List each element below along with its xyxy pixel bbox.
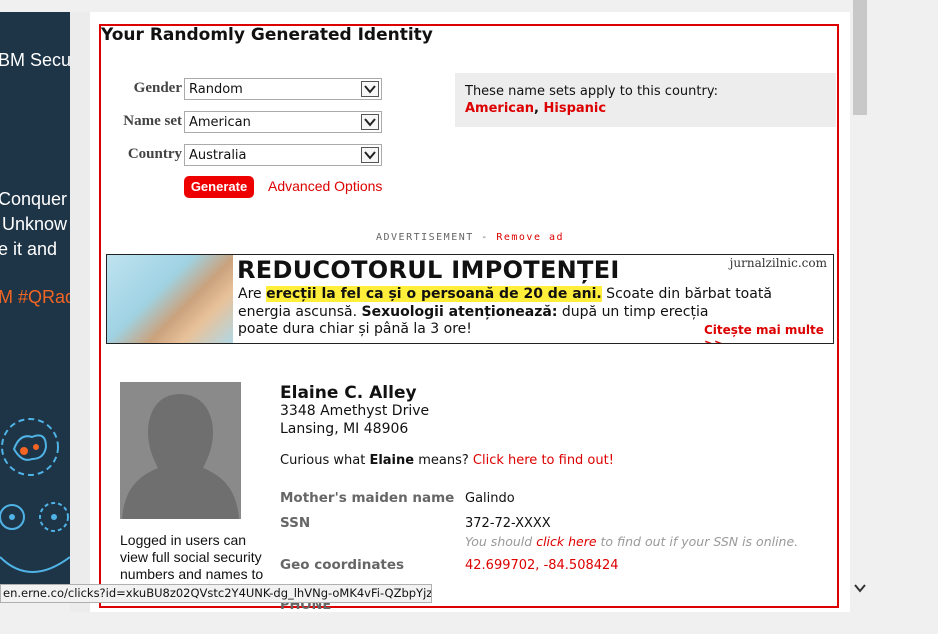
ssn-value: 372-72-XXXX [465,516,551,531]
advanced-options-link[interactable]: Advanced Options [268,178,382,194]
ad-l1-post: Scoate din bărbat toată [601,286,772,302]
gender-label: Gender [133,80,182,96]
advertisement-label: ADVERTISEMENT - Remove ad [376,232,564,243]
name-meaning-link[interactable]: Click here to find out! [473,453,614,468]
ssn-label: SSN [280,515,311,531]
page-title: Your Randomly Generated Identity [101,25,433,45]
ad-line-3: poate dura chiar și până la 3 ore! [238,321,472,337]
gender-select[interactable]: Random [184,78,382,100]
remove-ad-link[interactable]: Remove ad [496,232,564,243]
street-address: 3348 Amethyst Drive [280,403,430,419]
gender-row: Gender [100,78,182,102]
ad-label-text: ADVERTISEMENT [376,232,474,243]
city-address: Lansing, MI 48906 [280,421,409,437]
chevron-down-icon[interactable] [361,81,379,97]
ad-line-2: energia ascunsă. Sexuologii atenționează… [238,304,708,320]
maiden-name-label: Mother's maiden name [280,490,455,506]
curious-name: Elaine [369,453,415,468]
ad-banner[interactable]: REDUCOTORUL IMPOTENȚEI jurnalzilnic.com … [106,254,834,344]
country-label: Country [127,146,182,162]
nameset-info-text: These name sets apply to this country: [465,84,718,99]
ad-label-dash: - [473,232,497,243]
side-ad-text: BM Secu [0,50,70,70]
gender-value: Random [189,82,243,97]
country-select[interactable]: Australia [184,144,382,166]
ssn-note: You should click here to find out if you… [465,534,798,549]
nameset-link-hispanic[interactable]: Hispanic [544,101,607,116]
side-ad-text: e it and [0,239,58,259]
page-gutter [70,12,90,612]
status-bar-url: en.erne.co/clicks?id=xkuBU8z02QVstc2Y4UN… [0,584,432,603]
ad-l1-highlight: erecții la fel ca și o persoană de 20 de… [266,286,602,302]
ad-l1-pre: Are [238,286,267,302]
name-meaning-line: Curious what Elaine means? Click here to… [280,453,614,468]
country-value: Australia [189,148,247,163]
country-row: Country [100,144,182,168]
ad-photo [107,255,233,343]
chevron-down-icon[interactable] [361,114,379,130]
scroll-down-icon[interactable] [853,580,867,596]
side-ad-panel[interactable]: BM Secu Conquer Unknow e it and M #QRad [0,12,70,602]
curious-mid: means? [414,453,473,468]
person-name: Elaine C. Alley [280,383,417,403]
nameset-separator: , [534,101,544,116]
chevron-down-icon[interactable] [361,147,379,163]
nameset-link-american[interactable]: American [465,101,534,116]
maiden-name-value: Galindo [465,491,515,506]
curious-pre: Curious what [280,453,370,468]
avatar [120,382,241,519]
ad-read-more-link[interactable]: Citește mai multe >> [704,323,833,343]
ad-l2-bold: Sexuologii atenționează: [361,304,558,320]
person-silhouette-icon [120,382,241,519]
nameset-label: Name set [123,113,182,129]
generate-button[interactable]: Generate [184,176,254,198]
ad-headline: REDUCOTORUL IMPOTENȚEI [237,256,620,284]
side-ad-text: Unknow [2,214,68,234]
ad-l2-post: după un timp erecția [557,304,709,320]
ssn-note-post: to find out if your SSN is online. [596,534,799,549]
nameset-select[interactable]: American [184,111,382,133]
nameset-value: American [189,115,251,130]
nameset-row: Name set [100,111,182,135]
nameset-list: American, Hispanic [465,101,606,116]
side-ad-text: Conquer [0,189,68,209]
geo-value-link[interactable]: 42.699702, -84.508424 [465,558,619,573]
scrollbar-thumb[interactable] [853,0,867,115]
ad-site: jurnalzilnic.com [729,256,827,270]
geo-label: Geo coordinates [280,557,405,573]
ssn-note-pre: You should [465,534,537,549]
ssn-check-link[interactable]: click here [536,534,596,549]
ad-l2-pre: energia ascunsă. [238,304,362,320]
side-ad-hashtag: M #QRad [0,287,70,307]
nameset-info-box: These name sets apply to this country: A… [455,73,836,127]
brain-network-icon [0,418,70,573]
ad-line-1: Are erecții la fel ca și o persoană de 2… [238,286,772,302]
